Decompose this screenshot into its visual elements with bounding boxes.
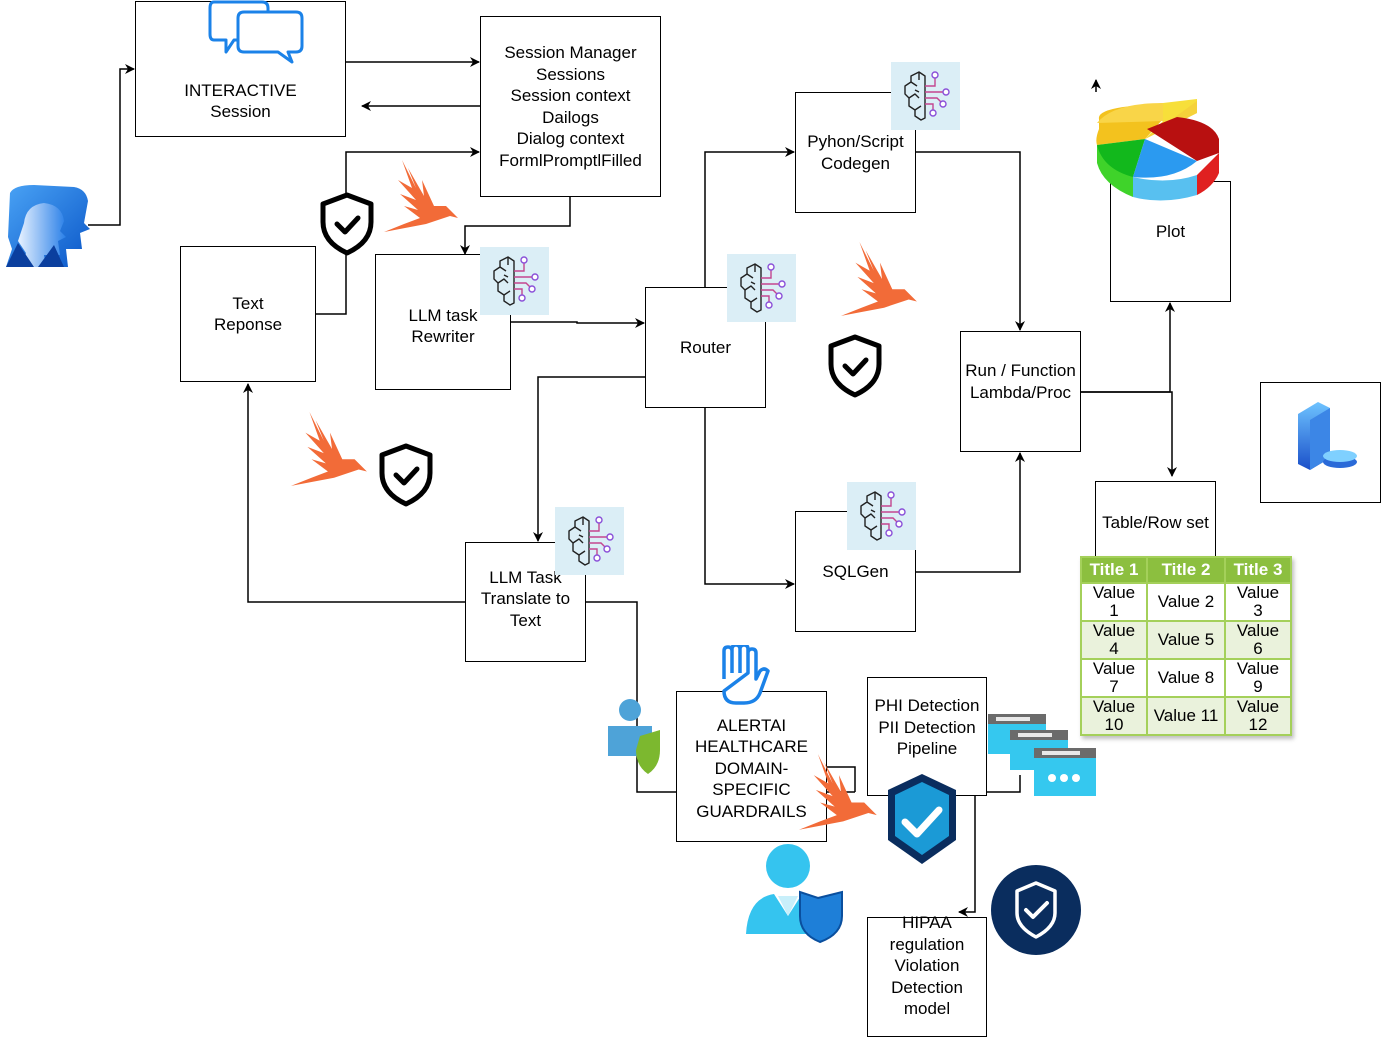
hexagon-check-shield-icon [888, 774, 956, 864]
edge-router-to-sqlgen [704, 407, 795, 589]
python-codegen-label: Pyhon/Script Codegen [807, 132, 904, 173]
table-header-row: Title 1 Title 2 Title 3 [1080, 556, 1292, 584]
interactive-session-label: INTERACTIVE Session [184, 80, 297, 122]
ai-brain-icon [860, 491, 906, 541]
server-database-icon [1298, 402, 1357, 470]
edge-manager-to-rewriter [460, 197, 571, 255]
hipaa-model-label: HIPAA regulation Violation Detection mod… [889, 913, 965, 1018]
table-cell: Value 1 [1080, 582, 1148, 622]
session-manager-box[interactable]: Session Manager Sessions Session context… [480, 16, 661, 197]
table-header-cell: Title 3 [1224, 556, 1292, 584]
table-cell: Value 3 [1224, 582, 1292, 622]
table-header-cell: Title 2 [1146, 556, 1226, 584]
edge-codegen-to-run [916, 151, 1025, 331]
table-cell: Value 12 [1224, 696, 1292, 736]
circle-shield-check-icon [991, 865, 1081, 955]
hipaa-model-box[interactable]: HIPAA regulation Violation Detection mod… [867, 913, 987, 1037]
ai-brain-badge [480, 247, 549, 315]
table-row: Value 10 Value 11 Value 12 [1080, 696, 1292, 736]
ai-brain-badge [727, 254, 796, 322]
data-table: Title 1 Title 2 Title 3 Value 1 Value 2 … [1080, 556, 1292, 736]
ai-brain-icon [568, 516, 614, 566]
table-cell: Value 4 [1080, 620, 1148, 660]
run-function-box[interactable]: Run / Function Lambda/Proc [960, 331, 1081, 452]
text-response-label: Text Reponse [213, 293, 283, 335]
router-label: Router [679, 337, 732, 357]
users-group-icon [6, 185, 90, 267]
ai-brain-icon [493, 256, 539, 306]
raised-hand-icon [722, 645, 770, 705]
plot-label: Plot [1155, 221, 1186, 241]
edge-run-to-table [1081, 391, 1177, 477]
edge-rewriter-to-router [510, 318, 645, 328]
orange-bird-logo-icon [841, 242, 917, 316]
shield-check-icon [320, 192, 374, 256]
table-cell: Value 9 [1224, 658, 1292, 698]
3d-pie-chart-icon [1096, 99, 1219, 201]
session-manager-label: Session Manager Sessions Session context… [499, 43, 642, 170]
phi-pipeline-label: PHI Detection PII Detection Pipeline [874, 696, 980, 759]
table-cell: Value 10 [1080, 696, 1148, 736]
table-row: Value 4 Value 5 Value 6 [1080, 620, 1292, 660]
run-function-label: Run / Function Lambda/Proc [965, 361, 1076, 402]
orange-bird-logo-icon [799, 754, 877, 830]
ai-brain-icon [740, 263, 786, 313]
user-shield-icon [608, 699, 660, 774]
table-row: Value 7 Value 8 Value 9 [1080, 658, 1292, 698]
table-rowset-label: Table/Row set [1102, 513, 1209, 532]
text-response-box[interactable]: Text Reponse [180, 246, 316, 382]
edge-sqlgen-to-run [916, 452, 1025, 573]
ai-brain-badge [891, 62, 960, 130]
llm-translate-label: LLM Task Translate to Text [480, 567, 571, 630]
edge-phi-to-hipaa [958, 796, 976, 917]
table-cell: Value 5 [1146, 620, 1226, 660]
sqlgen-label: SQLGen [822, 561, 889, 581]
orange-bird-logo-icon [291, 412, 367, 486]
llm-rewriter-label: LLM task Rewriter [408, 305, 478, 347]
orange-bird-logo-icon [384, 160, 458, 232]
table-header-cell: Title 1 [1080, 556, 1148, 584]
table-cell: Value 7 [1080, 658, 1148, 698]
table-cell: Value 11 [1146, 696, 1226, 736]
ai-brain-badge [847, 482, 916, 550]
table-row: Value 1 Value 2 Value 3 [1080, 582, 1292, 622]
chat-bubbles-icon [208, 0, 304, 64]
table-cell: Value 8 [1146, 658, 1226, 698]
table-cell: Value 2 [1146, 582, 1226, 622]
edge-run-to-plot [1081, 302, 1175, 393]
ai-brain-badge [555, 507, 624, 575]
shield-check-icon [828, 334, 882, 398]
edge-users-to-session [88, 64, 135, 226]
user-shield-icon [746, 844, 843, 944]
shield-check-icon [379, 443, 433, 507]
ai-brain-icon [904, 71, 950, 121]
table-cell: Value 6 [1224, 620, 1292, 660]
